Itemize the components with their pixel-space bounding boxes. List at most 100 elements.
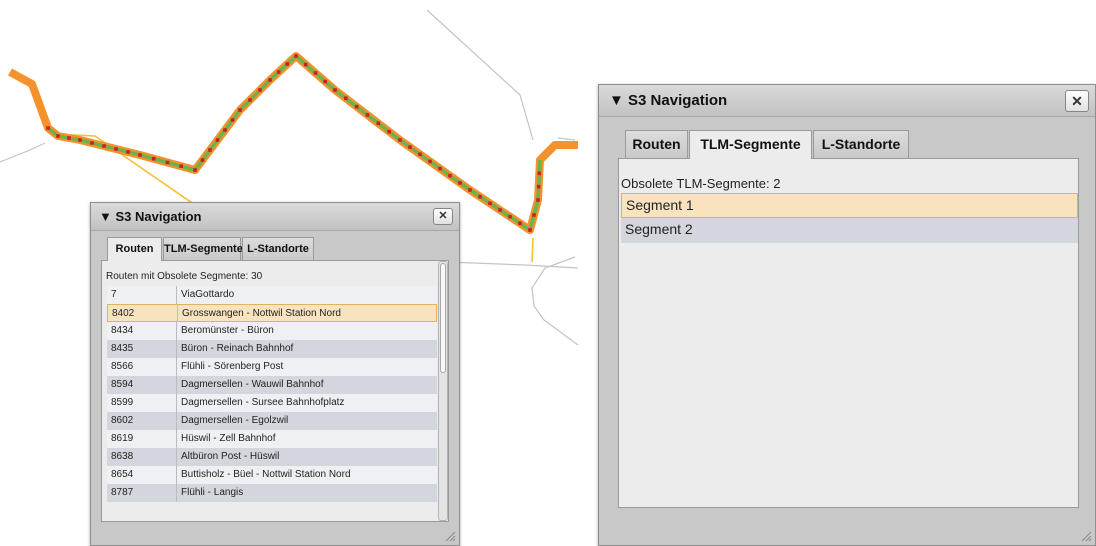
route-stop-marker[interactable]	[478, 194, 482, 199]
small-window-close-button[interactable]: ✕	[433, 208, 453, 225]
tab-tlm-segmente[interactable]: TLM-Segmente	[689, 130, 812, 159]
route-stop-marker[interactable]	[258, 88, 262, 92]
segment-name: Segment 1	[626, 197, 694, 213]
large-navigation-window: ▼ S3 Navigation ✕ Routen TLM-Segmente L-…	[598, 84, 1096, 546]
route-row[interactable]: 8619 Hüswil - Zell Bahnhof	[107, 430, 437, 448]
route-stop-marker[interactable]	[78, 138, 82, 142]
tab-tlm-segmente[interactable]: TLM-Segmente	[163, 237, 243, 261]
route-name: Buttisholz - Büel - Nottwil Station Nord	[181, 469, 351, 480]
route-stop-marker[interactable]	[151, 156, 156, 161]
large-window-titlebar[interactable]: ▼ S3 Navigation ✕	[599, 85, 1095, 117]
yellow-route-line	[531, 237, 534, 263]
tab-l-standorte[interactable]: L-Standorte	[813, 130, 909, 158]
route-stop-marker[interactable]	[333, 88, 337, 92]
segment-row[interactable]: Segment 2	[621, 218, 1078, 243]
route-stop-marker[interactable]	[200, 158, 205, 162]
route-row[interactable]: 8402 Grosswangen - Nottwil Station Nord	[107, 304, 437, 322]
route-row[interactable]: 8602 Dagmersellen - Egolzwil	[107, 412, 437, 430]
route-stop-marker[interactable]	[193, 168, 197, 172]
tab-routen[interactable]: Routen	[107, 237, 162, 261]
route-stop-marker[interactable]	[102, 144, 106, 148]
road-line	[557, 137, 576, 141]
route-stop-marker[interactable]	[114, 147, 118, 151]
route-row[interactable]: 8434 Beromünster - Büron	[107, 322, 437, 340]
route-stop-marker[interactable]	[508, 214, 512, 219]
routes-list[interactable]: 7 ViaGottardo 8402 Grosswangen - Nottwil St…	[107, 286, 437, 522]
route-row[interactable]: 8638 Altbüron Post - Hüswil	[107, 448, 437, 466]
route-stop-marker[interactable]	[376, 121, 381, 126]
route-stop-marker[interactable]	[248, 98, 252, 102]
route-stop-marker[interactable]	[488, 201, 492, 206]
route-stop-marker[interactable]	[46, 126, 50, 130]
route-stop-marker[interactable]	[458, 181, 462, 185]
route-row[interactable]: 8599 Dagmersellen - Sursee Bahnhofplatz	[107, 394, 437, 412]
route-stop-marker[interactable]	[323, 79, 327, 84]
collapse-triangle-icon[interactable]: ▼	[99, 209, 112, 224]
route-stop-marker[interactable]	[208, 148, 212, 152]
route-id: 8654	[107, 466, 177, 484]
route-stop-marker[interactable]	[285, 62, 290, 66]
route-stop-marker[interactable]	[215, 138, 220, 142]
route-row[interactable]: 8654 Buttisholz - Büel - Nottwil Station …	[107, 466, 437, 484]
small-navigation-window: ▼ S3 Navigation ✕ Routen TLM-Segmente L-…	[90, 202, 460, 546]
tab-routen-label: Routen	[115, 243, 154, 255]
segment-row[interactable]: Segment 1	[621, 193, 1078, 218]
tab-l-standorte[interactable]: L-Standorte	[242, 237, 314, 261]
route-stop-marker[interactable]	[448, 173, 452, 178]
route-stop-marker[interactable]	[532, 213, 536, 217]
segments-list[interactable]: Segment 1 Segment 2	[621, 193, 1078, 493]
route-row[interactable]: 8566 Flühli - Sörenberg Post	[107, 358, 437, 376]
route-stop-marker[interactable]	[354, 104, 359, 109]
route-stop-marker[interactable]	[498, 208, 502, 212]
scrollbar-thumb[interactable]	[440, 263, 446, 373]
resize-grip-icon[interactable]	[1078, 528, 1092, 542]
tab-routen-label: Routen	[632, 136, 681, 152]
route-stop-marker[interactable]	[276, 70, 281, 74]
route-stop-marker[interactable]	[344, 96, 348, 101]
route-stop-marker[interactable]	[294, 54, 298, 58]
route-stop-marker[interactable]	[536, 184, 541, 189]
route-stop-marker[interactable]	[468, 188, 472, 192]
route-stop-marker[interactable]	[387, 129, 391, 134]
route-stop-marker[interactable]	[179, 164, 183, 168]
route-stop-marker[interactable]	[418, 152, 422, 157]
route-name: Dagmersellen - Egolzwil	[181, 415, 289, 426]
route-row[interactable]: 8787 Flühli - Langis	[107, 484, 437, 502]
route-stop-marker[interactable]	[537, 171, 542, 176]
route-stop-marker[interactable]	[223, 128, 227, 132]
route-stop-marker[interactable]	[365, 113, 370, 117]
route-stop-marker[interactable]	[528, 228, 532, 232]
route-stop-marker[interactable]	[165, 160, 170, 165]
route-stop-marker[interactable]	[56, 134, 60, 138]
route-stop-marker[interactable]	[67, 136, 71, 140]
route-stop-marker[interactable]	[408, 145, 412, 149]
route-name: Beromünster - Büron	[181, 325, 274, 336]
road-line	[531, 256, 579, 346]
routes-list-scrollbar[interactable]	[438, 261, 448, 521]
route-row[interactable]: 8435 Büron - Reinach Bahnhof	[107, 340, 437, 358]
yellow-route-line	[51, 133, 201, 213]
route-stop-marker[interactable]	[90, 141, 94, 145]
route-id: 8566	[107, 358, 177, 376]
route-stop-marker[interactable]	[238, 108, 242, 112]
route-stop-marker[interactable]	[126, 150, 130, 154]
route-stop-marker[interactable]	[518, 221, 522, 226]
resize-grip-icon[interactable]	[442, 528, 456, 542]
route-stop-marker[interactable]	[138, 153, 142, 157]
route-stop-marker[interactable]	[398, 138, 402, 142]
route-stop-marker[interactable]	[438, 166, 442, 171]
route-stop-marker[interactable]	[536, 198, 540, 202]
route-stop-marker[interactable]	[428, 159, 432, 164]
route-id: 8435	[107, 340, 177, 358]
route-stop-marker[interactable]	[268, 78, 272, 82]
route-stop-marker[interactable]	[230, 118, 235, 122]
tab-routen[interactable]: Routen	[625, 130, 688, 158]
small-window-titlebar[interactable]: ▼ S3 Navigation ✕	[91, 203, 459, 231]
route-stop-marker[interactable]	[313, 71, 318, 75]
route-stop-marker[interactable]	[303, 62, 308, 67]
large-window-close-button[interactable]: ✕	[1065, 90, 1089, 112]
collapse-triangle-icon[interactable]: ▼	[609, 92, 624, 109]
route-row[interactable]: 8594 Dagmersellen - Wauwil Bahnhof	[107, 376, 437, 394]
route-row[interactable]: 7 ViaGottardo	[107, 286, 437, 304]
tab-tlm-segmente-label: TLM-Segmente	[164, 243, 243, 255]
